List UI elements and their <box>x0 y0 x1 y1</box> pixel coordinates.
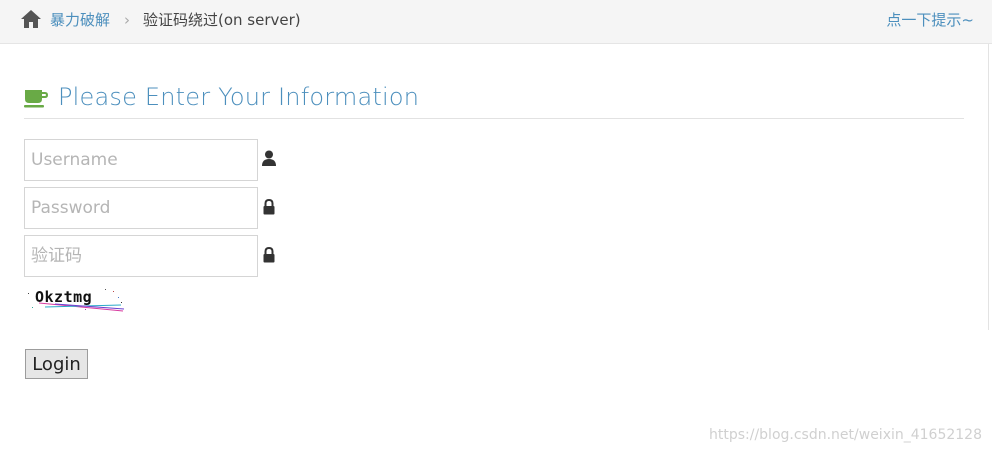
password-input[interactable] <box>24 187 258 229</box>
captcha-input[interactable] <box>24 235 258 277</box>
lock-icon <box>263 199 275 215</box>
breadcrumb-bar: 暴力破解 › 验证码绕过(on server) 点一下提示~ <box>0 0 992 44</box>
lock-icon <box>263 247 275 263</box>
home-icon[interactable] <box>20 9 42 29</box>
login-button[interactable]: Login <box>25 349 88 379</box>
username-input[interactable] <box>24 139 258 181</box>
breadcrumb-current: 验证码绕过(on server) <box>143 11 301 29</box>
breadcrumb-separator: › <box>124 11 130 29</box>
coffee-cup-icon <box>24 90 48 108</box>
captcha-image[interactable]: Okztmg <box>25 285 125 313</box>
heading-divider <box>24 118 964 119</box>
form-heading: Please Enter Your Information <box>58 83 420 111</box>
user-icon <box>262 150 276 166</box>
captcha-text: Okztmg <box>35 288 93 306</box>
watermark: https://blog.csdn.net/weixin_41652128 <box>708 427 982 443</box>
breadcrumb-link-bruteforce[interactable]: 暴力破解 <box>50 10 110 30</box>
content-right-border <box>988 44 989 330</box>
hint-link[interactable]: 点一下提示~ <box>886 10 974 30</box>
